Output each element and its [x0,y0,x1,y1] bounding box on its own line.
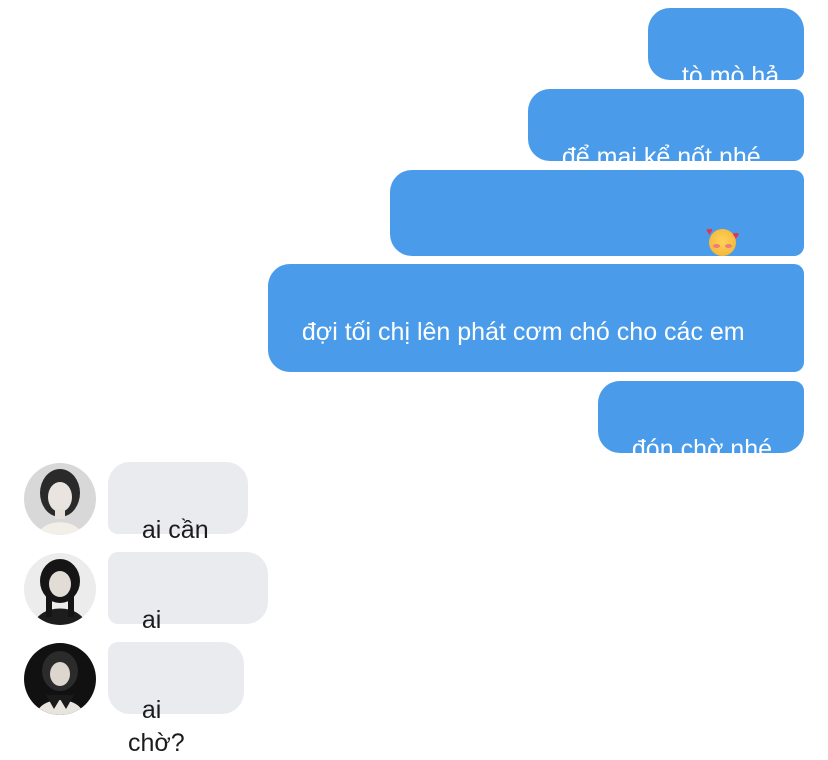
message-text: tò mò hả [681,62,780,90]
message-text: đợi tối chị lên phát cơm chó cho các em [301,318,745,346]
outgoing-message-4[interactable]: đợi tối chị lên phát cơm chó cho các em [268,264,804,372]
incoming-message-2[interactable]: ai mướn? [108,552,268,667]
avatar[interactable] [24,553,96,625]
outgoing-message-3[interactable]: giờ t đi chơi với bồ cái đã ♥ ♥ [390,170,804,551]
outgoing-message-1[interactable]: tò mò hả [648,8,804,90]
incoming-message-1[interactable]: ai cần ? [108,462,248,577]
outgoing-message-2[interactable]: để mai kể nốt nhé [528,89,804,171]
message-text: ai chờ? [128,696,185,757]
message-text: đón chờ nhé [631,435,773,463]
smiling-face-with-hearts-icon: ♥ ♥ [706,227,739,256]
incoming-message-3[interactable]: ai chờ? [108,642,244,757]
outgoing-message-5[interactable]: đón chờ nhé [598,381,804,463]
message-text: giờ t đi chơi với bồ cái đã [423,523,706,551]
message-text: để mai kể nốt nhé [561,143,761,171]
avatar[interactable] [24,643,96,715]
avatar[interactable] [24,463,96,535]
